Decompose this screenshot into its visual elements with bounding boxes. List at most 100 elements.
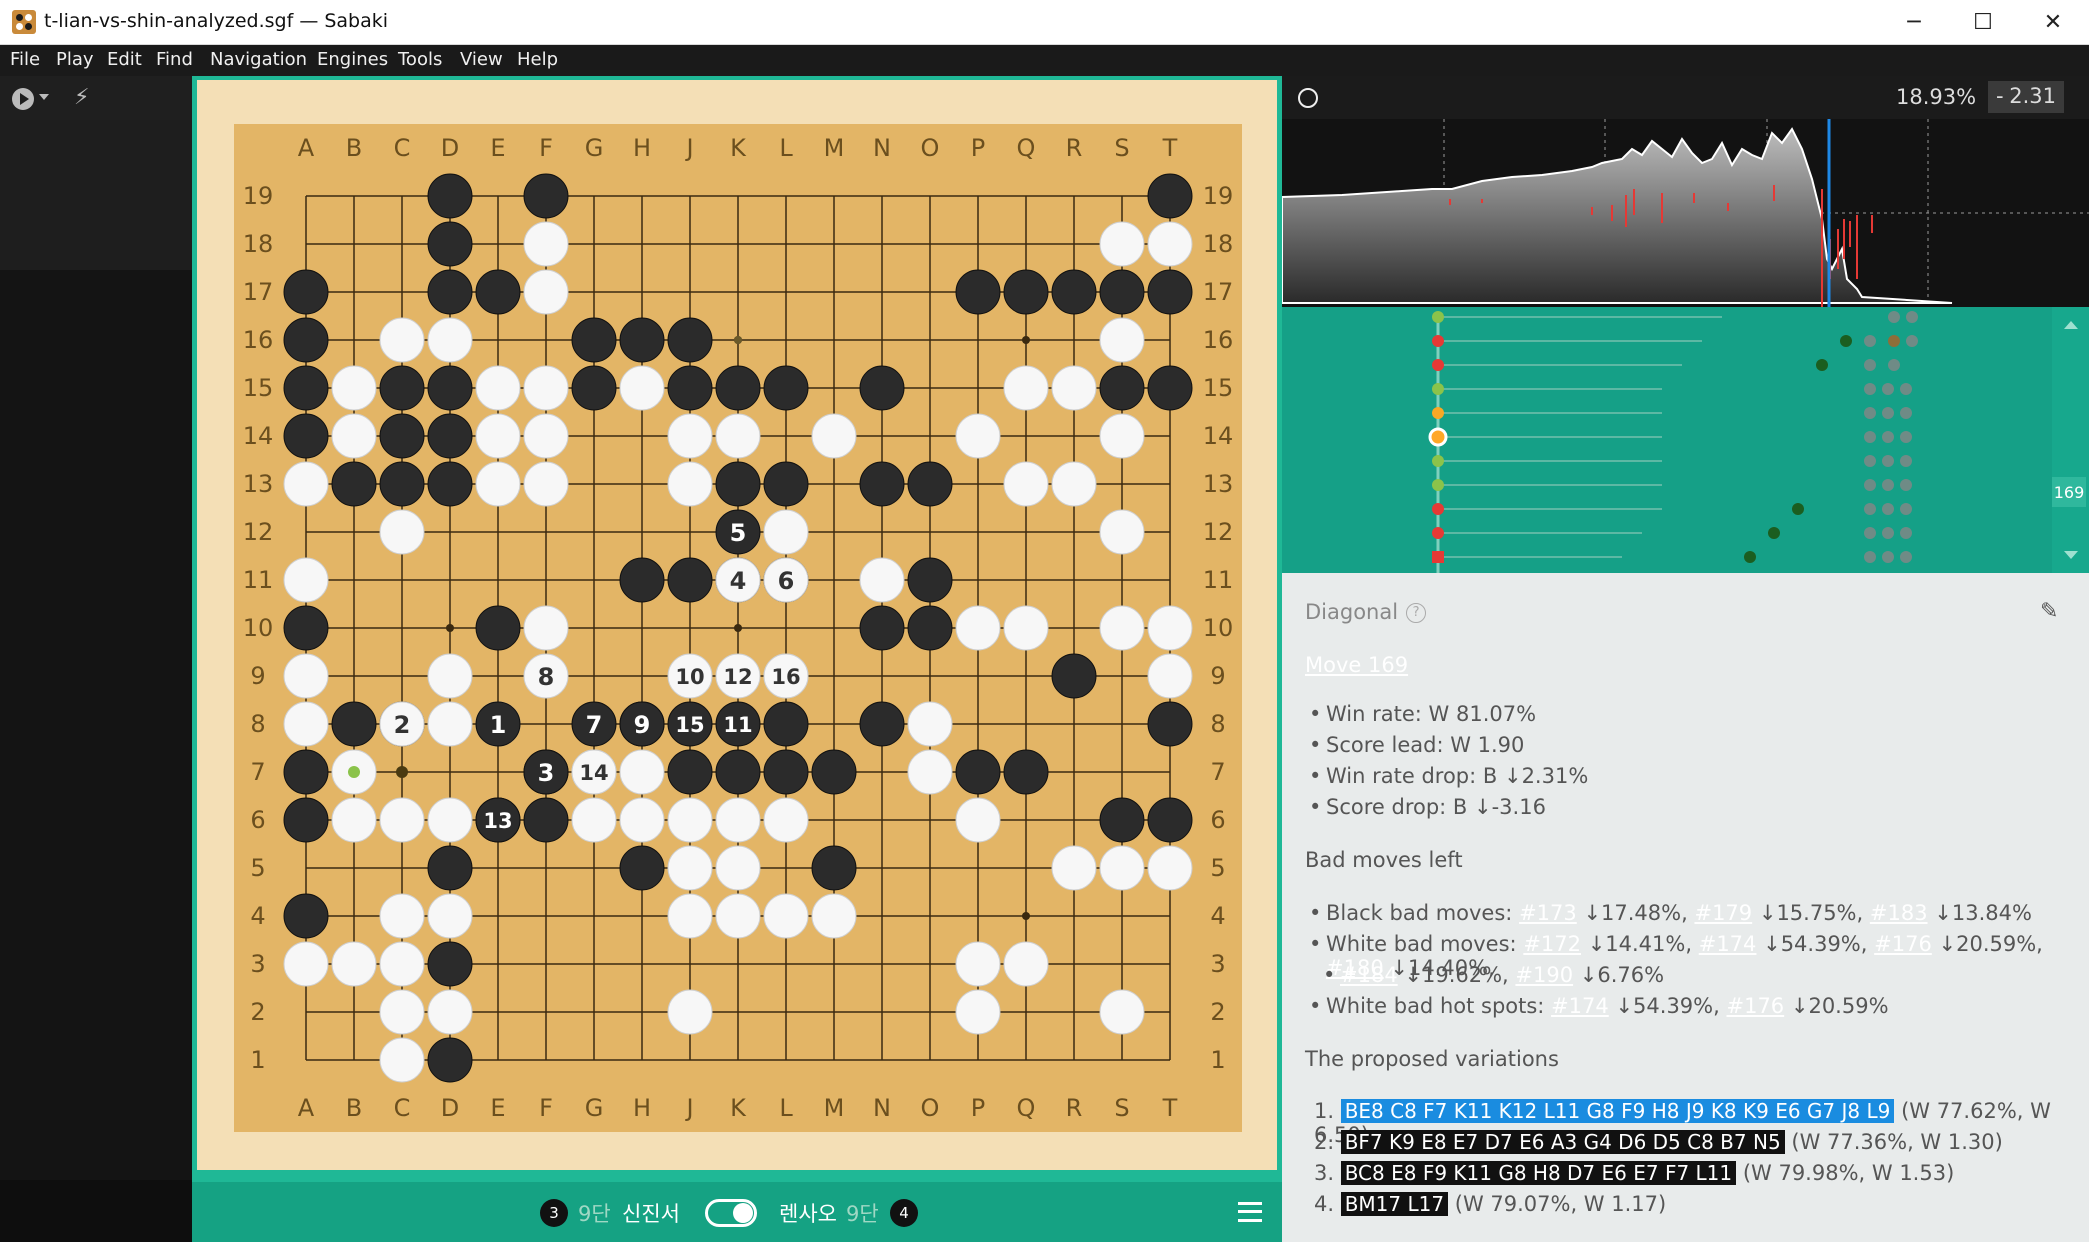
black-stone[interactable] [907, 461, 953, 507]
black-stone[interactable] [1051, 653, 1097, 699]
black-stone[interactable] [427, 173, 473, 219]
black-stone[interactable] [427, 941, 473, 987]
player-swap-toggle[interactable] [705, 1199, 757, 1227]
white-stone[interactable] [379, 989, 425, 1035]
black-stone[interactable] [427, 1037, 473, 1083]
white-stone[interactable] [427, 893, 473, 939]
tree-node[interactable] [1864, 431, 1876, 443]
black-stone[interactable] [619, 845, 665, 891]
black-stone[interactable] [1147, 701, 1193, 747]
bolt-icon[interactable]: ⚡ [74, 85, 89, 110]
variation-moves[interactable]: BC8 E8 F9 K11 G8 H8 D7 E6 E7 F7 L11 [1340, 1161, 1737, 1185]
tree-node[interactable] [1882, 527, 1894, 539]
scroll-up-icon[interactable] [2064, 321, 2078, 329]
black-stone[interactable] [619, 557, 665, 603]
white-stone[interactable] [475, 365, 521, 411]
black-stone[interactable] [427, 845, 473, 891]
play-icon[interactable] [12, 88, 34, 110]
black-stone[interactable] [283, 317, 329, 363]
white-stone[interactable] [1003, 941, 1049, 987]
menu-help[interactable]: Help [517, 49, 558, 70]
white-stone[interactable] [1003, 461, 1049, 507]
white-stone[interactable] [523, 605, 569, 651]
tree-node[interactable] [1900, 551, 1912, 563]
white-stone[interactable] [427, 317, 473, 363]
black-stone[interactable] [331, 461, 377, 507]
black-stone[interactable] [715, 365, 761, 411]
tree-node[interactable] [1864, 335, 1876, 347]
white-stone[interactable] [1099, 317, 1145, 363]
chevron-down-icon[interactable] [39, 94, 49, 100]
maximize-button[interactable]: ☐ [1948, 0, 2018, 45]
bad-move-link[interactable]: #190 [1515, 963, 1573, 987]
menu-play[interactable]: Play [56, 49, 94, 70]
black-stone[interactable] [811, 845, 857, 891]
tree-node[interactable] [1864, 383, 1876, 395]
black-stone[interactable] [475, 605, 521, 651]
white-stone[interactable] [331, 797, 377, 843]
white-stone[interactable] [1099, 509, 1145, 555]
black-stone[interactable] [859, 365, 905, 411]
black-stone[interactable] [523, 797, 569, 843]
white-stone[interactable] [1147, 221, 1193, 267]
menu-navigation[interactable]: Navigation [210, 49, 307, 70]
white-stone[interactable] [331, 941, 377, 987]
close-button[interactable]: ✕ [2018, 0, 2088, 45]
menu-find[interactable]: Find [156, 49, 193, 70]
white-stone[interactable] [379, 941, 425, 987]
white-stone[interactable] [1051, 365, 1097, 411]
variation-moves[interactable]: BM17 L17 [1340, 1192, 1449, 1216]
white-player-name[interactable]: 렌사오 [779, 1198, 837, 1228]
tree-node[interactable] [1864, 359, 1876, 371]
white-stone[interactable] [667, 989, 713, 1035]
white-stone[interactable] [715, 797, 761, 843]
menu-engines[interactable]: Engines [317, 49, 388, 70]
black-stone[interactable] [283, 605, 329, 651]
white-stone[interactable] [667, 797, 713, 843]
tree-scrollbar[interactable] [2052, 307, 2089, 573]
black-stone[interactable] [379, 365, 425, 411]
white-stone[interactable] [763, 797, 809, 843]
white-stone[interactable] [283, 941, 329, 987]
variation-moves[interactable]: BF7 K9 E8 E7 D7 E6 A3 G4 D6 D5 C8 B7 N5 [1340, 1130, 1785, 1154]
white-stone[interactable] [379, 509, 425, 555]
white-stone[interactable] [283, 557, 329, 603]
black-stone[interactable] [763, 701, 809, 747]
tree-node[interactable] [1882, 431, 1894, 443]
white-stone[interactable] [427, 701, 473, 747]
white-stone[interactable] [427, 989, 473, 1035]
edit-pencil-icon[interactable]: ✎ [2040, 599, 2058, 624]
help-icon[interactable]: ? [1406, 603, 1427, 623]
black-stone[interactable] [283, 797, 329, 843]
white-stone[interactable] [955, 797, 1001, 843]
black-stone[interactable] [859, 701, 905, 747]
black-stone[interactable] [283, 269, 329, 315]
black-stone[interactable] [379, 461, 425, 507]
game-tree-graph[interactable] [1282, 307, 2052, 573]
black-stone[interactable] [1051, 269, 1097, 315]
black-stone[interactable] [763, 461, 809, 507]
white-stone[interactable] [427, 797, 473, 843]
white-stone[interactable] [379, 893, 425, 939]
go-board[interactable]: AABBCCDDEEFFGGHHJJKKLLMMNNOOPPQQRRSSTT19… [234, 124, 1242, 1132]
white-stone[interactable] [955, 605, 1001, 651]
winrate-graph[interactable] [1282, 119, 2089, 307]
black-stone[interactable] [1147, 797, 1193, 843]
tree-node[interactable] [1900, 479, 1912, 491]
tree-node[interactable] [1864, 407, 1876, 419]
game-tree[interactable] [1282, 307, 2089, 573]
tree-node[interactable] [1900, 503, 1912, 515]
tree-node[interactable] [1906, 335, 1918, 347]
black-stone[interactable] [283, 365, 329, 411]
tree-node[interactable] [1882, 383, 1894, 395]
black-stone[interactable] [379, 413, 425, 459]
tree-node[interactable] [1864, 455, 1876, 467]
bad-move-link[interactable]: #174 [1551, 994, 1609, 1018]
white-stone[interactable] [715, 413, 761, 459]
white-stone[interactable] [1099, 845, 1145, 891]
black-stone[interactable] [523, 173, 569, 219]
white-stone[interactable] [427, 653, 473, 699]
white-stone[interactable] [907, 749, 953, 795]
white-stone[interactable] [283, 653, 329, 699]
bad-move-link[interactable]: #179 [1694, 901, 1752, 925]
